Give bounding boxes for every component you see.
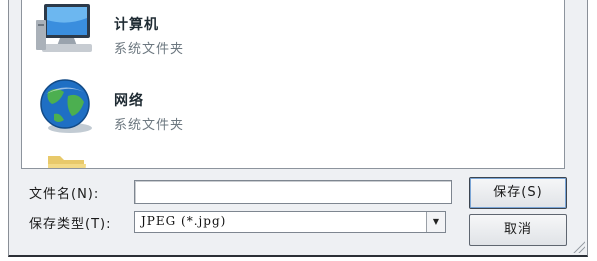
computer-icon — [34, 0, 96, 62]
save-file-dialog: 计算机 系统文件夹 网络 系统文件夹 文件名(N): 保存类型(T): JPEG… — [8, 0, 588, 257]
list-item-computer[interactable]: 计算机 系统文件夹 — [34, 0, 434, 66]
network-type-label: 系统文件夹 — [114, 118, 185, 133]
list-item-folder[interactable] — [34, 150, 434, 168]
computer-type-label: 系统文件夹 — [114, 42, 185, 57]
folder-icon — [34, 150, 96, 168]
filetype-selected-value: JPEG (*.jpg) — [141, 214, 227, 228]
resize-grip-icon[interactable] — [571, 239, 585, 253]
list-item-network[interactable]: 网络 系统文件夹 — [34, 76, 434, 142]
filename-input[interactable] — [134, 180, 452, 204]
dropdown-arrow-icon[interactable]: ▼ — [426, 212, 445, 232]
computer-label: 计算机 — [114, 17, 159, 33]
cancel-button[interactable]: 取消 — [469, 214, 567, 246]
network-globe-icon — [34, 76, 96, 138]
filetype-label: 保存类型(T): — [29, 217, 112, 232]
filetype-dropdown[interactable]: JPEG (*.jpg) ▼ — [134, 211, 446, 233]
file-list-pane[interactable]: 计算机 系统文件夹 网络 系统文件夹 — [21, 0, 565, 169]
save-button[interactable]: 保存(S) — [469, 177, 567, 209]
filename-label: 文件名(N): — [29, 187, 100, 202]
network-label: 网络 — [114, 93, 144, 109]
